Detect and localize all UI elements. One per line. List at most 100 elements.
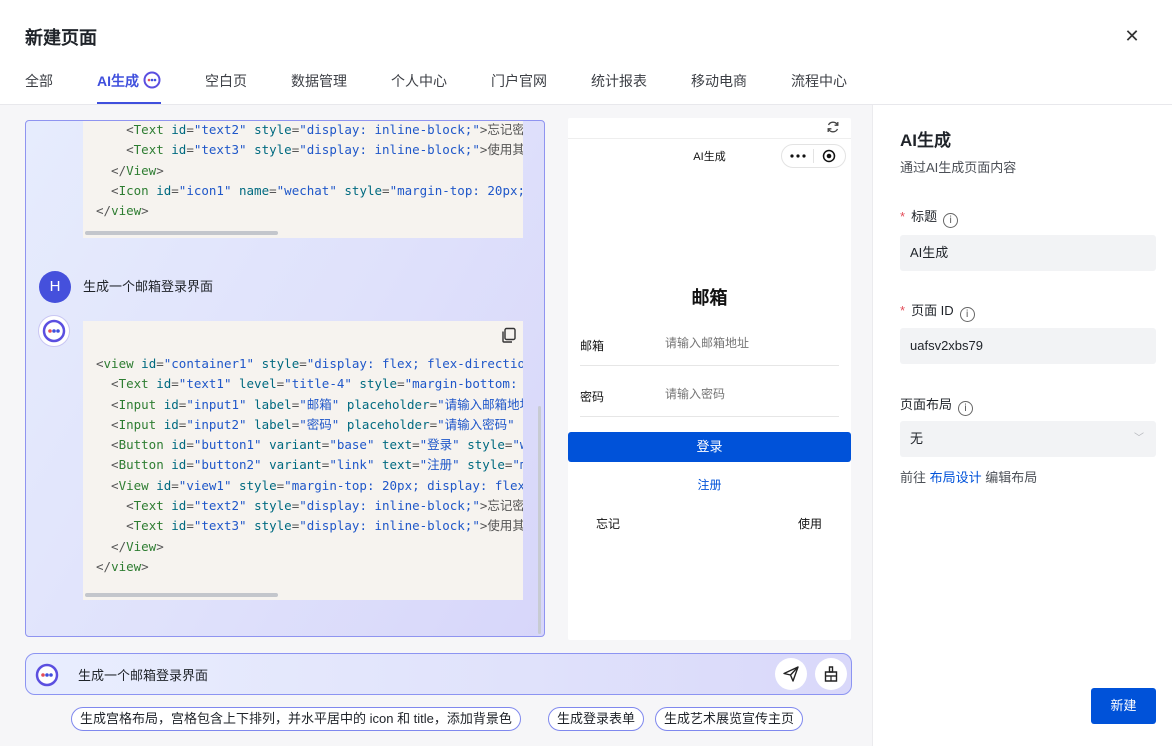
title-label: * 标题 i	[900, 206, 959, 228]
code-line: <Button id="button2" variant="link" text…	[96, 457, 523, 473]
code-scrollbar[interactable]	[85, 231, 278, 235]
code-line: </view>	[96, 558, 149, 574]
info-icon[interactable]: i	[958, 401, 974, 416]
panel-title: AI生成	[900, 131, 951, 150]
info-icon[interactable]: i	[959, 307, 975, 322]
user-message: 生成一个邮箱登录界面	[83, 279, 214, 294]
send-icon	[783, 666, 799, 682]
tab-workflow-center[interactable]: 流程中心	[791, 70, 847, 104]
layout-label: 页面布局 i	[900, 394, 974, 416]
info-icon[interactable]: i	[943, 213, 959, 228]
layout-select-value: 无	[910, 431, 924, 446]
ai-robot-icon	[42, 319, 66, 343]
layout-design-link[interactable]: 布局设计	[930, 470, 982, 485]
close-circle-icon[interactable]	[814, 145, 845, 167]
tab-label: 统计报表	[591, 73, 647, 89]
mobile-preview: AI生成 邮箱 邮箱 密码 登录 注册 忘记 使用	[568, 118, 851, 640]
tab-label: 门户官网	[491, 73, 547, 89]
code-line: <View id="view1" style="margin-top: 20px…	[96, 477, 523, 493]
tab-label: 移动电商	[691, 73, 747, 89]
field-divider	[580, 416, 839, 417]
register-link[interactable]: 注册	[568, 476, 851, 493]
user-avatar: H	[39, 271, 71, 303]
code-line: </View>	[96, 538, 164, 554]
title-input[interactable]: AI生成	[900, 235, 1156, 271]
chevron-down-icon: ﹀	[1134, 433, 1144, 444]
code-line: <Text id="text1" level="title-4" style="…	[96, 376, 518, 392]
tab-portal[interactable]: 门户官网	[491, 70, 547, 104]
code-line: </View>	[96, 162, 164, 178]
required-mark: *	[900, 209, 906, 224]
chat-panel[interactable]: <Text id="text2" style="display: inline-…	[25, 120, 545, 637]
mini-program-capsule	[781, 144, 846, 168]
suggestion-chip[interactable]: 生成艺术展览宣传主页	[655, 707, 804, 731]
copy-icon[interactable]	[501, 327, 517, 343]
code-line: <Icon id="icon1" name="wechat" style="ma…	[96, 182, 523, 198]
tab-label: AI生成	[97, 73, 139, 89]
tab-ai-generate[interactable]: AI生成	[97, 70, 161, 104]
password-field[interactable]	[665, 387, 840, 401]
suggestion-chip[interactable]: 生成宫格布局，宫格包含上下排列，并水平居中的 icon 和 title，添加背景…	[71, 707, 521, 731]
field-divider	[580, 365, 839, 366]
tab-label: 数据管理	[291, 73, 347, 89]
title-label-text: 标题	[911, 209, 938, 224]
tab-mobile-commerce[interactable]: 移动电商	[691, 70, 747, 104]
tab-bar: 全部 AI生成 空白页 数据管理 个人中心 门户官网 统计报表 移动电商 流程中…	[25, 70, 891, 104]
forgot-text: 忘记	[596, 517, 621, 531]
broom-icon	[824, 666, 838, 682]
ai-robot-icon	[34, 662, 60, 693]
code-line: <Button id="button1" variant="base" text…	[96, 437, 523, 453]
code-line: <Text id="text3" style="display: inline-…	[96, 518, 523, 534]
previous-code-block[interactable]: <Text id="text2" style="display: inline-…	[83, 121, 523, 238]
tab-data-management[interactable]: 数据管理	[291, 70, 347, 104]
tab-label: 个人中心	[391, 73, 447, 89]
password-label: 密码	[580, 390, 605, 404]
code-line: <Text id="text3" style="display: inline-…	[96, 142, 523, 158]
code-line: <Text id="text2" style="display: inline-…	[96, 498, 523, 514]
layout-select[interactable]: 无 ﹀	[900, 421, 1156, 457]
create-button[interactable]: 新建	[1091, 688, 1156, 724]
hint-suffix: 编辑布局	[985, 470, 1038, 485]
tab-blank-page[interactable]: 空白页	[205, 70, 247, 104]
page-id-label-text: 页面 ID	[911, 303, 954, 318]
form-title: 邮箱	[691, 288, 728, 308]
tab-label: 流程中心	[791, 73, 847, 89]
code-line: <view id="container1" style="display: fl…	[96, 356, 523, 371]
preview-divider	[568, 138, 851, 139]
send-button[interactable]	[775, 658, 807, 690]
generated-code-block[interactable]: <view id="container1" style="display: fl…	[83, 321, 523, 600]
chat-scrollbar[interactable]	[538, 406, 541, 634]
tab-label: 空白页	[205, 73, 247, 89]
layout-label-text: 页面布局	[900, 397, 953, 412]
prompt-input[interactable]	[78, 667, 758, 682]
hint-prefix: 前往	[900, 470, 927, 485]
tab-all[interactable]: 全部	[25, 70, 53, 104]
tab-statistics[interactable]: 统计报表	[591, 70, 647, 104]
ai-robot-icon	[143, 71, 161, 95]
suggestion-chip[interactable]: 生成登录表单	[548, 707, 645, 731]
page-id-input[interactable]: uafsv2xbs79	[900, 328, 1156, 364]
refresh-icon[interactable]	[826, 120, 840, 134]
clean-button[interactable]	[815, 658, 847, 690]
code-line: <Input id="input2" label="密码" placeholde…	[96, 416, 515, 432]
login-button[interactable]: 登录	[568, 432, 851, 462]
code-line: <Input id="input1" label="邮箱" placeholde…	[96, 396, 523, 412]
close-icon[interactable]: ✕	[1122, 26, 1142, 46]
layout-hint: 前往 布局设计 编辑布局	[900, 467, 1037, 486]
page-id-label: * 页面 ID i	[900, 300, 975, 322]
tab-label: 全部	[25, 73, 53, 89]
dialog-title: 新建页面	[25, 28, 97, 48]
other-login-text: 使用	[798, 517, 823, 531]
settings-panel: AI生成 通过AI生成页面内容 * 标题 i AI生成 * 页面 ID i uafsv2…	[872, 105, 1172, 746]
email-field[interactable]	[665, 336, 840, 350]
more-icon[interactable]	[782, 145, 813, 167]
email-label: 邮箱	[580, 339, 605, 353]
tab-personal-center[interactable]: 个人中心	[391, 70, 447, 104]
code-scrollbar[interactable]	[85, 593, 278, 597]
code-line: <Text id="text2" style="display: inline-…	[96, 122, 523, 137]
panel-subtitle: 通过AI生成页面内容	[900, 160, 1017, 175]
prompt-bar	[25, 653, 852, 695]
required-mark: *	[900, 303, 906, 318]
ai-avatar	[38, 315, 70, 347]
code-line: </view>	[96, 203, 149, 219]
